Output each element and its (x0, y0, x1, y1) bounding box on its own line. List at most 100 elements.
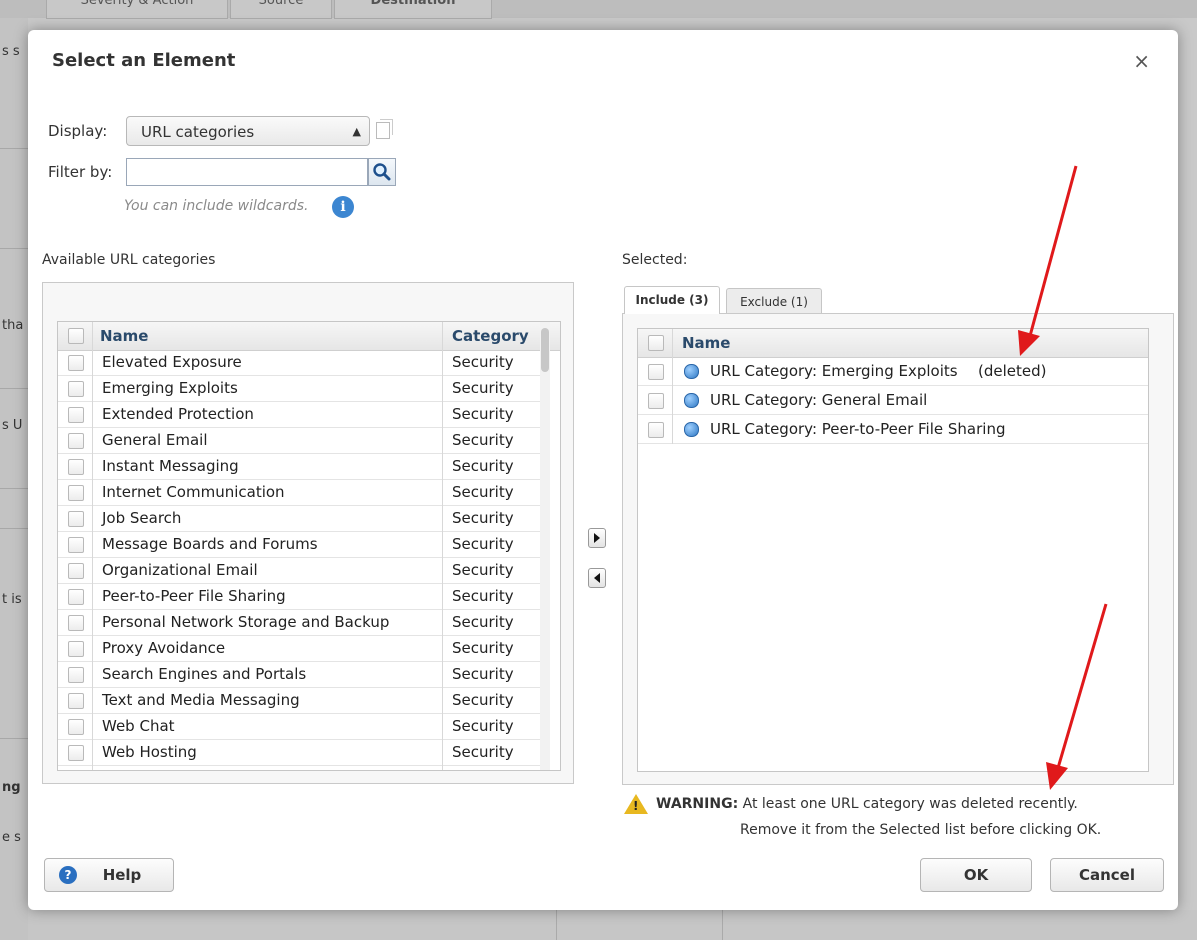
background-divider (556, 910, 557, 940)
move-left-button[interactable] (588, 568, 606, 588)
selected-panel: Name URL Category: Emerging Exploits (del… (622, 313, 1174, 785)
column-header-name[interactable]: Name (100, 322, 148, 350)
background-tab-label: Severity & Action (80, 0, 194, 8)
row-checkbox[interactable] (68, 355, 84, 371)
copy-icon[interactable] (376, 119, 393, 139)
search-icon (373, 163, 391, 181)
table-row[interactable]: Instant Messaging Security (58, 454, 540, 480)
background-text: e s (2, 830, 21, 845)
globe-icon (684, 393, 699, 408)
row-checkbox[interactable] (648, 364, 664, 380)
table-row[interactable]: Job Search Security (58, 506, 540, 532)
selected-table: Name URL Category: Emerging Exploits (del… (637, 328, 1149, 772)
display-select[interactable]: URL categories ▲ (126, 116, 370, 146)
available-heading: Available URL categories (42, 252, 216, 268)
row-category: Security (452, 613, 514, 631)
row-checkbox[interactable] (68, 615, 84, 631)
table-row[interactable]: Internet Communication Security (58, 480, 540, 506)
column-divider (672, 357, 673, 386)
background-divider (0, 528, 28, 529)
available-scrollbar[interactable] (540, 322, 550, 770)
row-checkbox[interactable] (68, 407, 84, 423)
table-row[interactable]: Web Hosting Security (58, 740, 540, 766)
close-icon[interactable]: × (1133, 49, 1150, 73)
selected-row[interactable]: URL Category: General Email (638, 386, 1148, 415)
row-checkbox[interactable] (68, 381, 84, 397)
row-checkbox[interactable] (68, 563, 84, 579)
row-checkbox[interactable] (68, 745, 84, 761)
row-checkbox[interactable] (648, 422, 664, 438)
row-checkbox[interactable] (68, 433, 84, 449)
row-checkbox[interactable] (68, 589, 84, 605)
table-row[interactable]: Elevated Exposure Security (58, 350, 540, 376)
ok-button[interactable]: OK (920, 858, 1032, 892)
column-header-name[interactable]: Name (682, 329, 730, 357)
table-row[interactable]: Search Engines and Portals Security (58, 662, 540, 688)
column-header-category[interactable]: Category (452, 322, 529, 350)
background-bottom-strip (28, 910, 1197, 940)
scrollbar-thumb[interactable] (541, 328, 549, 372)
background-text: tha (2, 318, 24, 333)
background-tab-destination: Destination (334, 0, 492, 19)
row-checkbox[interactable] (68, 667, 84, 683)
globe-icon (684, 364, 699, 379)
table-row[interactable]: Emerging Exploits Security (58, 376, 540, 402)
row-category: Security (452, 561, 514, 579)
table-row[interactable]: Extended Protection Security (58, 402, 540, 428)
row-checkbox[interactable] (68, 719, 84, 735)
row-name: Organizational Email (102, 561, 258, 579)
row-name: Proxy Avoidance (102, 639, 226, 657)
column-divider (672, 386, 673, 415)
row-category: Security (452, 639, 514, 657)
table-row[interactable]: Personal Network Storage and Backup Secur… (58, 610, 540, 636)
table-row[interactable]: Text and Media Messaging Security (58, 688, 540, 714)
selected-row[interactable]: URL Category: Emerging Exploits (deleted) (638, 357, 1148, 386)
dialog-title: Select an Element (52, 50, 236, 71)
background-tab-severity: Severity & Action (46, 0, 228, 19)
filter-input[interactable] (126, 158, 368, 186)
row-name: Text and Media Messaging (102, 691, 300, 709)
select-all-checkbox[interactable] (648, 335, 664, 351)
cancel-button[interactable]: Cancel (1050, 858, 1164, 892)
column-divider (672, 329, 673, 357)
row-category: Security (452, 587, 514, 605)
available-table: Name Category Elevated Exposure Security E… (57, 321, 561, 771)
table-row[interactable]: Proxy Avoidance Security (58, 636, 540, 662)
table-row[interactable]: Organizational Email Security (58, 558, 540, 584)
row-checkbox[interactable] (68, 459, 84, 475)
search-button[interactable] (368, 158, 396, 186)
column-divider (92, 350, 93, 770)
selected-table-header: Name (638, 329, 1148, 358)
background-text: t is (2, 592, 22, 607)
move-right-button[interactable] (588, 528, 606, 548)
row-checkbox[interactable] (68, 693, 84, 709)
row-name: Job Search (102, 509, 182, 527)
background-divider (0, 388, 28, 389)
table-row[interactable]: Message Boards and Forums Security (58, 532, 540, 558)
row-category: Security (452, 717, 514, 735)
help-button[interactable]: ? Help (44, 858, 174, 892)
info-icon[interactable]: i (332, 196, 354, 218)
tab-exclude[interactable]: Exclude (1) (726, 288, 822, 316)
background-tab-label: Source (258, 0, 304, 8)
row-checkbox[interactable] (68, 511, 84, 527)
row-checkbox[interactable] (68, 537, 84, 553)
column-divider (672, 415, 673, 444)
table-row[interactable]: General Email Security (58, 428, 540, 454)
row-category: Security (452, 483, 514, 501)
row-name: Elevated Exposure (102, 353, 242, 371)
selected-row[interactable]: URL Category: Peer-to-Peer File Sharing (638, 415, 1148, 444)
row-checkbox[interactable] (68, 641, 84, 657)
row-category: Security (452, 665, 514, 683)
row-checkbox[interactable] (648, 393, 664, 409)
warning-line-1: At least one URL category was deleted re… (742, 796, 1078, 812)
select-all-checkbox[interactable] (68, 328, 84, 344)
table-row[interactable]: Web Chat Security (58, 714, 540, 740)
deleted-note: (deleted) (978, 362, 1047, 380)
background-text: s s (2, 44, 20, 59)
filter-label: Filter by: (48, 163, 113, 181)
row-checkbox[interactable] (68, 485, 84, 501)
tab-include[interactable]: Include (3) (624, 286, 720, 314)
table-row[interactable]: Peer-to-Peer File Sharing Security (58, 584, 540, 610)
background-tab-bar: Severity & Action Source Destination (0, 0, 1197, 19)
